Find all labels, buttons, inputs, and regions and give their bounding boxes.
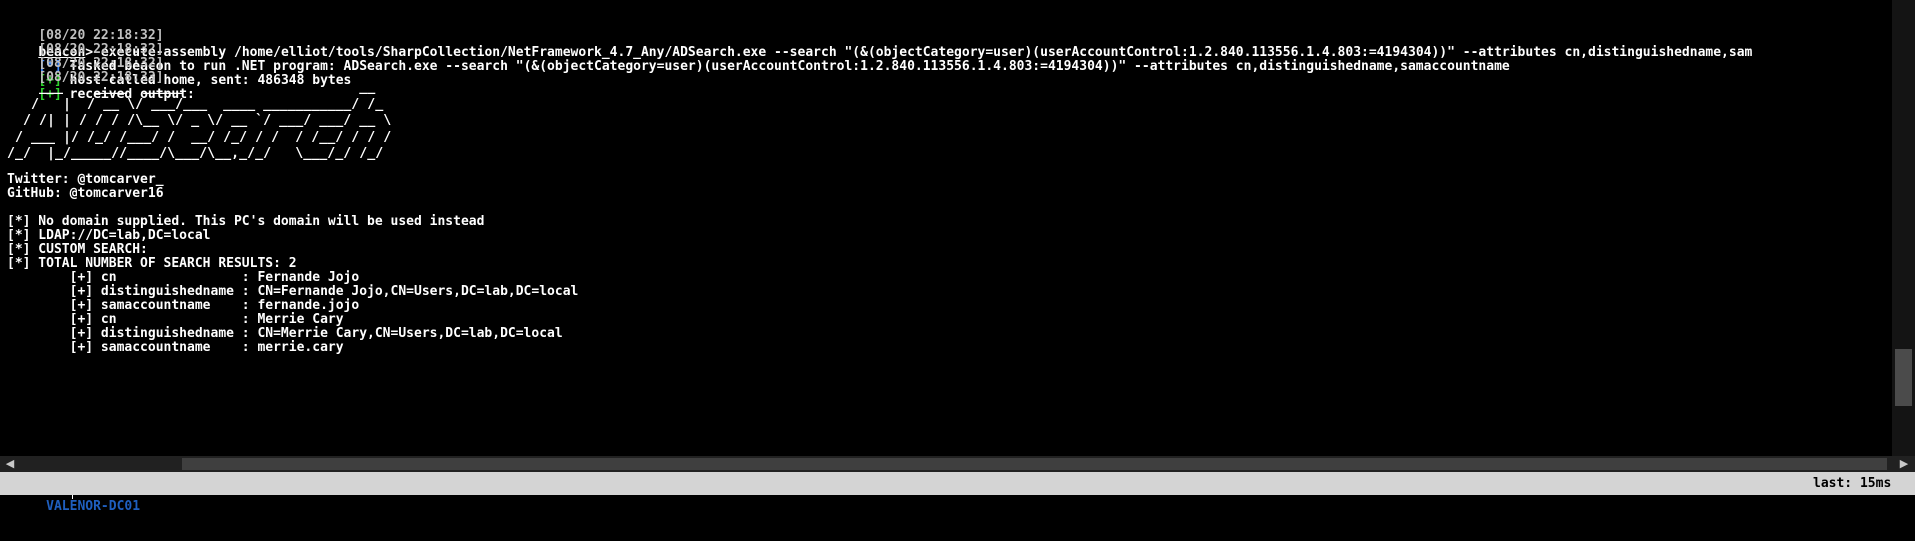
input-line[interactable] [0,495,1915,499]
vertical-scrollbar[interactable] [1892,0,1915,456]
vertical-scroll-thumb[interactable] [1895,349,1912,406]
status-bar: [VALENOR-DC01] - x64 | Administrator * |… [0,472,1915,514]
ascii-art-line: ___ ____ _____ __ [7,80,392,95]
result-line: [+] samaccountname : merrie.cary [7,340,344,355]
horizontal-scroll-thumb[interactable] [182,458,1887,470]
status-session-info: ] - x64 | Administrator * | 3908 - x64 [140,499,446,514]
scroll-left-icon[interactable]: ◀ [2,456,18,472]
ascii-art-line: / | / __ \/ ___/___ ____ ___________/ /_ [7,97,392,112]
github-line: GitHub: @tomcarver16 [7,186,164,201]
horizontal-scrollbar[interactable]: ◀ ▶ [0,456,1915,472]
status-host: VALENOR-DC01 [46,499,141,514]
ascii-art-line: / ___ |/ /_/ /___/ / __/ /_/ / / / /__/ … [7,130,392,145]
ascii-art-line: / /| | / / / /\__ \/ _ \/ __ `/ ___/ ___… [7,113,392,128]
ascii-art-line: /_/ |_/_____//____/\___/\__,_/_/ \___/_/… [7,146,392,161]
scroll-right-icon[interactable]: ▶ [1896,456,1912,472]
beacon-console[interactable]: [08/20 22:18:32] beacon> execute-assembl… [0,0,1892,456]
status-last-checkin: last: 15ms [1813,476,1892,491]
text-cursor [72,495,73,499]
status-bracket: [ [38,499,47,514]
